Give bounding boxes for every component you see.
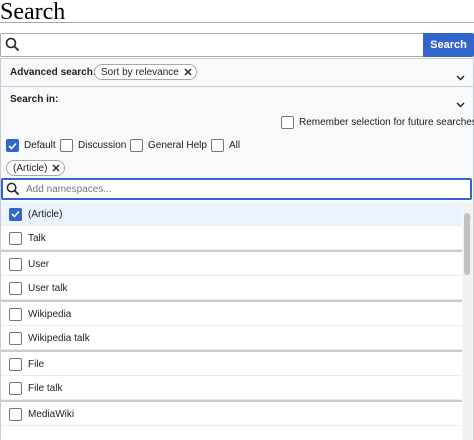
namespace-chip-article[interactable]: (Article) xyxy=(6,160,66,176)
group-divider xyxy=(1,300,462,302)
checkbox[interactable] xyxy=(9,257,22,271)
checkbox-checked[interactable] xyxy=(9,207,22,221)
option-discussion-label: Discussion xyxy=(78,140,127,151)
list-item-label: File xyxy=(28,358,45,370)
check-icon xyxy=(11,210,20,218)
close-icon[interactable] xyxy=(52,164,60,172)
checkbox[interactable] xyxy=(9,381,22,395)
check-icon xyxy=(8,142,17,150)
title-divider xyxy=(0,22,474,23)
chevron-down-icon[interactable] xyxy=(456,95,465,113)
option-default[interactable]: Default xyxy=(6,139,56,152)
sort-chip[interactable]: Sort by relevance xyxy=(94,64,197,80)
option-default-label: Default xyxy=(24,140,56,151)
search-in-label: Search in: xyxy=(10,94,59,105)
advanced-search-label: Advanced search: xyxy=(10,67,97,78)
list-item-label: MediaWiki xyxy=(28,408,75,420)
checkbox[interactable] xyxy=(130,139,143,152)
advanced-search-panel[interactable]: Advanced search: Sort by relevance xyxy=(0,58,474,87)
list-item-label: User talk xyxy=(28,282,68,294)
list-item[interactable]: User talk xyxy=(1,277,462,300)
list-item-label: Wikipedia talk xyxy=(28,332,90,344)
checkbox[interactable] xyxy=(211,139,224,152)
search-input[interactable] xyxy=(0,33,426,57)
option-all-label: All xyxy=(229,140,241,151)
remember-selection-label: Remember selection for future searches xyxy=(299,117,474,128)
group-divider xyxy=(1,350,462,352)
scrollbar-thumb[interactable] xyxy=(464,213,470,275)
namespace-list: (Article) Talk User User talk Wikipedia … xyxy=(1,203,462,440)
close-icon[interactable] xyxy=(184,68,192,76)
remember-selection-checkbox[interactable]: Remember selection for future searches xyxy=(281,116,474,129)
list-item-label: User xyxy=(28,258,50,270)
checkbox[interactable] xyxy=(60,139,73,152)
checkbox[interactable] xyxy=(9,331,22,345)
checkbox[interactable] xyxy=(281,116,294,129)
search-icon xyxy=(5,37,20,57)
sort-chip-label: Sort by relevance xyxy=(101,66,179,78)
list-item-label: File talk xyxy=(28,382,63,394)
namespace-chip-label: (Article) xyxy=(13,162,48,174)
chevron-down-icon[interactable] xyxy=(456,68,465,86)
option-discussion[interactable]: Discussion xyxy=(60,139,126,152)
namespace-search-placeholder: Add namespaces... xyxy=(26,184,112,195)
search-button[interactable]: Search xyxy=(423,33,474,57)
group-divider xyxy=(1,250,462,252)
list-item[interactable]: Wikipedia talk xyxy=(1,327,462,350)
option-general-help[interactable]: General Help xyxy=(130,139,207,152)
list-item[interactable]: (Article) xyxy=(1,203,462,226)
namespace-search-input[interactable]: Add namespaces... xyxy=(1,178,472,200)
checkbox[interactable] xyxy=(9,281,22,295)
checkbox[interactable] xyxy=(9,357,22,371)
checkbox-checked[interactable] xyxy=(6,139,19,152)
list-item[interactable]: Talk xyxy=(1,227,462,250)
list-item[interactable]: File xyxy=(1,353,462,376)
list-item[interactable]: MediaWiki xyxy=(1,403,462,426)
list-item[interactable]: File talk xyxy=(1,377,462,400)
search-bar: Search xyxy=(0,33,474,57)
option-general-help-label: General Help xyxy=(148,140,207,151)
list-item[interactable]: User xyxy=(1,253,462,276)
scrollbar[interactable] xyxy=(463,203,472,440)
list-item-label: Talk xyxy=(28,232,46,244)
list-item-label: (Article) xyxy=(28,208,63,220)
checkbox[interactable] xyxy=(9,307,22,321)
group-divider xyxy=(1,400,462,402)
list-item-label: Wikipedia xyxy=(28,308,72,320)
list-item[interactable]: Wikipedia xyxy=(1,303,462,326)
search-icon xyxy=(6,182,20,201)
search-in-panel[interactable]: Search in: xyxy=(0,86,474,113)
checkbox[interactable] xyxy=(9,407,22,421)
option-all[interactable]: All xyxy=(211,139,240,152)
checkbox[interactable] xyxy=(9,231,22,245)
